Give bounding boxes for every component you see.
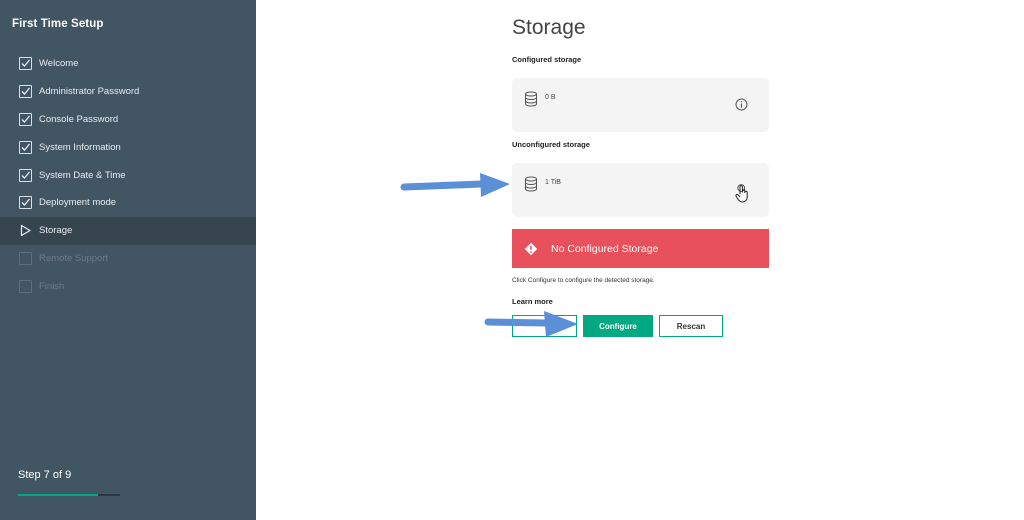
step-administrator-password[interactable]: Administrator Password bbox=[0, 78, 256, 106]
setup-sidebar: First Time Setup Welcome Administrator P… bbox=[0, 0, 256, 520]
error-banner: No Configured Storage bbox=[512, 229, 769, 268]
database-icon bbox=[525, 176, 537, 192]
play-icon bbox=[19, 224, 32, 237]
step-label: Welcome bbox=[39, 58, 79, 70]
step-label: System Date & Time bbox=[39, 169, 126, 181]
step-deployment-mode[interactable]: Deployment mode bbox=[0, 189, 256, 217]
unconfigured-storage-label: Unconfigured storage bbox=[512, 140, 590, 149]
unconfigured-size: 1 TiB bbox=[545, 179, 561, 186]
configured-storage-label: Configured storage bbox=[512, 55, 582, 64]
info-icon[interactable] bbox=[735, 98, 748, 111]
warning-diamond-icon bbox=[524, 242, 538, 255]
configured-size: 0 B bbox=[545, 94, 556, 101]
configure-button[interactable]: Configure bbox=[583, 315, 653, 337]
checkbox-checked-icon bbox=[19, 168, 32, 182]
step-label: Storage bbox=[39, 225, 73, 237]
error-banner-text: No Configured Storage bbox=[551, 242, 659, 255]
hand-pointer-icon bbox=[735, 184, 748, 203]
step-label: Finish bbox=[39, 280, 65, 292]
sidebar-title: First Time Setup bbox=[12, 18, 104, 30]
step-remote-support: Remote Support bbox=[0, 245, 256, 273]
checkbox-empty-icon bbox=[19, 251, 32, 265]
step-label: System Information bbox=[39, 141, 121, 153]
progress-bar bbox=[18, 494, 120, 496]
step-label: Administrator Password bbox=[39, 86, 140, 98]
step-storage[interactable]: Storage bbox=[0, 216, 256, 245]
checkbox-checked-icon bbox=[19, 196, 32, 210]
checkbox-checked-icon bbox=[19, 140, 32, 154]
step-label: Console Password bbox=[39, 113, 119, 125]
step-system-information[interactable]: System Information bbox=[0, 133, 256, 161]
checkbox-checked-icon bbox=[19, 57, 32, 71]
checkbox-empty-icon bbox=[19, 279, 32, 293]
step-label: Deployment mode bbox=[39, 197, 117, 209]
step-console-password[interactable]: Console Password bbox=[0, 106, 256, 134]
back-button[interactable] bbox=[512, 315, 577, 337]
progress-fill bbox=[18, 494, 98, 496]
configure-hint: Click Configure to configure the detecte… bbox=[512, 277, 655, 284]
step-list: Welcome Administrator Password Console P… bbox=[0, 50, 256, 300]
database-icon bbox=[525, 91, 537, 107]
step-system-date-time[interactable]: System Date & Time bbox=[0, 161, 256, 189]
checkbox-checked-icon bbox=[19, 85, 32, 99]
step-label: Remote Support bbox=[39, 252, 109, 264]
unconfigured-storage-card[interactable]: 1 TiB bbox=[512, 163, 769, 217]
configured-storage-card: 0 B bbox=[512, 78, 769, 132]
learn-more-link[interactable]: Learn more bbox=[512, 297, 553, 306]
step-finish: Finish bbox=[0, 272, 256, 300]
page-title: Storage bbox=[512, 16, 586, 39]
step-counter: Step 7 of 9 bbox=[18, 469, 72, 481]
rescan-button[interactable]: Rescan bbox=[659, 315, 723, 337]
checkbox-checked-icon bbox=[19, 112, 32, 126]
annotation-arrow bbox=[400, 173, 510, 197]
step-welcome[interactable]: Welcome bbox=[0, 50, 256, 78]
